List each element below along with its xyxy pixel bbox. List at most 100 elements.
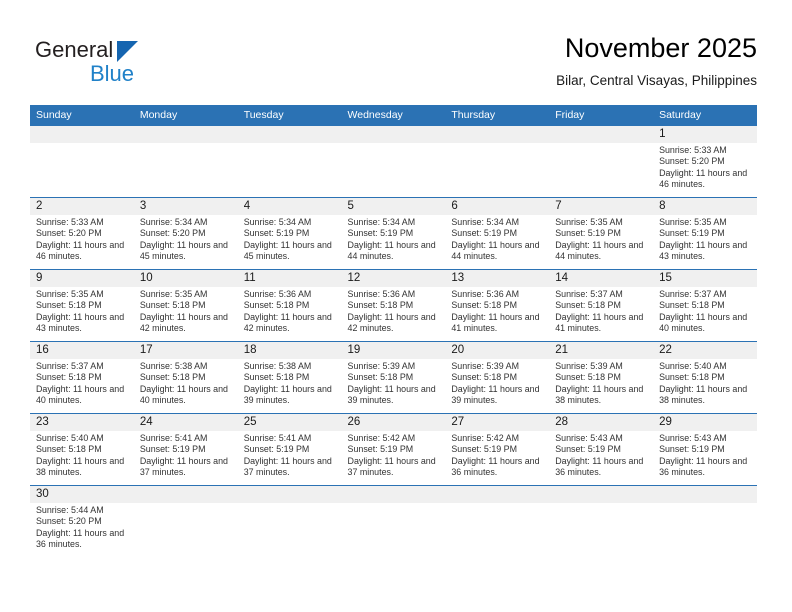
general-blue-logo[interactable]: General Blue xyxy=(35,38,205,90)
calendar-day-cell[interactable]: 15 Sunrise: 5:37 AM Sunset: 5:18 PM Dayligh… xyxy=(653,270,757,341)
calendar-week-row: 1 Sunrise: 5:33 AM Sunset: 5:20 PM Daylight… xyxy=(30,126,757,197)
calendar-day-cell[interactable]: 16 Sunrise: 5:37 AM Sunset: 5:18 PM Dayligh… xyxy=(30,342,134,413)
day-number: 8 xyxy=(653,198,757,215)
sunset-text: Sunset: 5:19 PM xyxy=(243,444,310,455)
daylight-text: Daylight: 11 hours and 39 minutes. xyxy=(347,383,436,406)
daylight-text: Daylight: 11 hours and 44 minutes. xyxy=(347,239,436,262)
calendar-day-cell[interactable]: 21 Sunrise: 5:39 AM Sunset: 5:18 PM Dayligh… xyxy=(549,342,654,413)
day-number xyxy=(653,486,757,503)
calendar-day-cell-empty xyxy=(341,486,446,557)
daylight-text: Daylight: 11 hours and 36 minutes. xyxy=(36,527,125,550)
sunset-text: Sunset: 5:19 PM xyxy=(139,444,206,455)
day-number: 26 xyxy=(341,414,446,431)
sunrise-text: Sunrise: 5:39 AM xyxy=(347,361,416,371)
day-sun-info: Sunrise: 5:39 AM Sunset: 5:18 PM Daylight:… xyxy=(549,359,653,407)
calendar-day-cell-empty xyxy=(549,486,654,557)
sunset-text: Sunset: 5:20 PM xyxy=(36,516,102,527)
day-number: 29 xyxy=(653,414,757,431)
daylight-text: Daylight: 11 hours and 42 minutes. xyxy=(347,311,436,334)
sunrise-text: Sunrise: 5:34 AM xyxy=(451,217,519,227)
day-number: 20 xyxy=(445,342,550,359)
calendar-day-cell[interactable]: 18 Sunrise: 5:38 AM Sunset: 5:18 PM Dayligh… xyxy=(237,342,342,413)
day-sun-info: Sunrise: 5:35 AM Sunset: 5:19 PM Daylight:… xyxy=(653,215,757,263)
logo-text-general: General xyxy=(35,37,114,62)
calendar-day-cell[interactable]: 24 Sunrise: 5:41 AM Sunset: 5:19 PM Dayligh… xyxy=(133,414,238,485)
weekday-header-sunday: Sunday xyxy=(36,109,72,121)
daylight-text: Daylight: 11 hours and 37 minutes. xyxy=(139,455,228,478)
day-sun-info: Sunrise: 5:36 AM Sunset: 5:18 PM Daylight:… xyxy=(238,287,342,335)
sunset-text: Sunset: 5:18 PM xyxy=(347,372,414,383)
calendar-day-cell[interactable]: 17 Sunrise: 5:38 AM Sunset: 5:18 PM Dayligh… xyxy=(133,342,238,413)
day-number: 5 xyxy=(341,198,446,215)
calendar-day-cell[interactable]: 28 Sunrise: 5:43 AM Sunset: 5:19 PM Dayligh… xyxy=(549,414,654,485)
calendar-day-cell[interactable]: 8 Sunrise: 5:35 AM Sunset: 5:19 PM Daylight… xyxy=(653,198,757,269)
day-number: 11 xyxy=(237,270,342,287)
daylight-text: Daylight: 11 hours and 42 minutes. xyxy=(139,311,228,334)
calendar-day-cell-empty xyxy=(237,126,342,197)
sunset-text: Sunset: 5:18 PM xyxy=(659,300,725,311)
day-sun-info: Sunrise: 5:33 AM Sunset: 5:20 PM Daylight:… xyxy=(30,215,134,263)
day-sun-info: Sunrise: 5:36 AM Sunset: 5:18 PM Daylight:… xyxy=(445,287,549,335)
calendar-day-cell[interactable]: 10 Sunrise: 5:35 AM Sunset: 5:18 PM Dayligh… xyxy=(133,270,238,341)
calendar-day-cell[interactable]: 11 Sunrise: 5:36 AM Sunset: 5:18 PM Dayligh… xyxy=(237,270,342,341)
calendar-day-cell[interactable]: 4 Sunrise: 5:34 AM Sunset: 5:19 PM Daylight… xyxy=(237,198,342,269)
calendar-day-cell[interactable]: 6 Sunrise: 5:34 AM Sunset: 5:19 PM Daylight… xyxy=(445,198,550,269)
sunrise-text: Sunrise: 5:34 AM xyxy=(139,217,208,227)
logo-triangle-icon xyxy=(117,41,138,62)
day-number: 14 xyxy=(549,270,654,287)
day-number xyxy=(549,486,654,503)
calendar-day-cell[interactable]: 20 Sunrise: 5:39 AM Sunset: 5:18 PM Dayligh… xyxy=(445,342,550,413)
calendar-day-cell[interactable]: 27 Sunrise: 5:42 AM Sunset: 5:19 PM Dayligh… xyxy=(445,414,550,485)
calendar-day-cell[interactable]: 23 Sunrise: 5:40 AM Sunset: 5:18 PM Dayligh… xyxy=(30,414,134,485)
sunrise-text: Sunrise: 5:35 AM xyxy=(659,217,727,227)
sunset-text: Sunset: 5:18 PM xyxy=(243,372,310,383)
calendar-day-cell[interactable]: 5 Sunrise: 5:34 AM Sunset: 5:19 PM Daylight… xyxy=(341,198,446,269)
day-number: 24 xyxy=(133,414,238,431)
calendar-body: 1 Sunrise: 5:33 AM Sunset: 5:20 PM Daylight… xyxy=(30,126,757,557)
day-number: 25 xyxy=(237,414,342,431)
day-sun-info: Sunrise: 5:35 AM Sunset: 5:18 PM Daylight:… xyxy=(134,287,238,335)
day-sun-info: Sunrise: 5:40 AM Sunset: 5:18 PM Daylight:… xyxy=(30,431,134,479)
calendar-day-cell[interactable]: 12 Sunrise: 5:36 AM Sunset: 5:18 PM Dayligh… xyxy=(341,270,446,341)
sunrise-text: Sunrise: 5:35 AM xyxy=(555,217,623,227)
day-sun-info: Sunrise: 5:40 AM Sunset: 5:18 PM Daylight:… xyxy=(653,359,757,407)
calendar-day-cell[interactable]: 22 Sunrise: 5:40 AM Sunset: 5:18 PM Dayligh… xyxy=(653,342,757,413)
day-number: 9 xyxy=(30,270,134,287)
calendar-day-cell[interactable]: 14 Sunrise: 5:37 AM Sunset: 5:18 PM Dayligh… xyxy=(549,270,654,341)
sunrise-text: Sunrise: 5:35 AM xyxy=(139,289,208,299)
daylight-text: Daylight: 11 hours and 43 minutes. xyxy=(36,311,125,334)
day-sun-info: Sunrise: 5:34 AM Sunset: 5:20 PM Daylight:… xyxy=(134,215,238,263)
calendar-grid: Sunday Monday Tuesday Wednesday Thursday Frid… xyxy=(30,105,757,557)
calendar-day-cell[interactable]: 9 Sunrise: 5:35 AM Sunset: 5:18 PM Daylight… xyxy=(30,270,134,341)
calendar-day-cell[interactable]: 30 Sunrise: 5:44 AM Sunset: 5:20 PM Dayligh… xyxy=(30,486,134,557)
calendar-day-cell[interactable]: 26 Sunrise: 5:42 AM Sunset: 5:19 PM Dayligh… xyxy=(341,414,446,485)
calendar-day-cell[interactable]: 29 Sunrise: 5:43 AM Sunset: 5:19 PM Dayligh… xyxy=(653,414,757,485)
sunrise-text: Sunrise: 5:42 AM xyxy=(347,433,416,443)
day-number xyxy=(341,486,446,503)
daylight-text: Daylight: 11 hours and 36 minutes. xyxy=(451,455,540,478)
calendar-day-cell[interactable]: 19 Sunrise: 5:39 AM Sunset: 5:18 PM Dayligh… xyxy=(341,342,446,413)
day-sun-info: Sunrise: 5:42 AM Sunset: 5:19 PM Daylight:… xyxy=(445,431,549,479)
day-sun-info: Sunrise: 5:36 AM Sunset: 5:18 PM Daylight:… xyxy=(342,287,446,335)
sunset-text: Sunset: 5:19 PM xyxy=(659,444,725,455)
daylight-text: Daylight: 11 hours and 39 minutes. xyxy=(243,383,332,406)
sunrise-text: Sunrise: 5:37 AM xyxy=(36,361,104,371)
sunset-text: Sunset: 5:18 PM xyxy=(659,372,725,383)
page-header: General Blue November 2025 Bilar, Centra… xyxy=(0,0,792,100)
calendar-day-cell-empty xyxy=(30,126,134,197)
calendar-day-cell[interactable]: 1 Sunrise: 5:33 AM Sunset: 5:20 PM Daylight… xyxy=(653,126,757,197)
calendar-day-cell[interactable]: 2 Sunrise: 5:33 AM Sunset: 5:20 PM Daylight… xyxy=(30,198,134,269)
sunset-text: Sunset: 5:18 PM xyxy=(139,300,206,311)
calendar-day-cell-empty xyxy=(133,126,238,197)
day-sun-info: Sunrise: 5:34 AM Sunset: 5:19 PM Daylight:… xyxy=(342,215,446,263)
daylight-text: Daylight: 11 hours and 37 minutes. xyxy=(243,455,332,478)
calendar-day-cell[interactable]: 3 Sunrise: 5:34 AM Sunset: 5:20 PM Daylight… xyxy=(133,198,238,269)
day-number: 4 xyxy=(237,198,342,215)
sunrise-text: Sunrise: 5:37 AM xyxy=(555,289,623,299)
daylight-text: Daylight: 11 hours and 38 minutes. xyxy=(659,383,748,406)
calendar-day-cell[interactable]: 25 Sunrise: 5:41 AM Sunset: 5:19 PM Dayligh… xyxy=(237,414,342,485)
weekday-header-tuesday: Tuesday xyxy=(243,109,284,121)
day-number: 15 xyxy=(653,270,757,287)
calendar-day-cell[interactable]: 7 Sunrise: 5:35 AM Sunset: 5:19 PM Daylight… xyxy=(549,198,654,269)
calendar-day-cell[interactable]: 13 Sunrise: 5:36 AM Sunset: 5:18 PM Dayligh… xyxy=(445,270,550,341)
